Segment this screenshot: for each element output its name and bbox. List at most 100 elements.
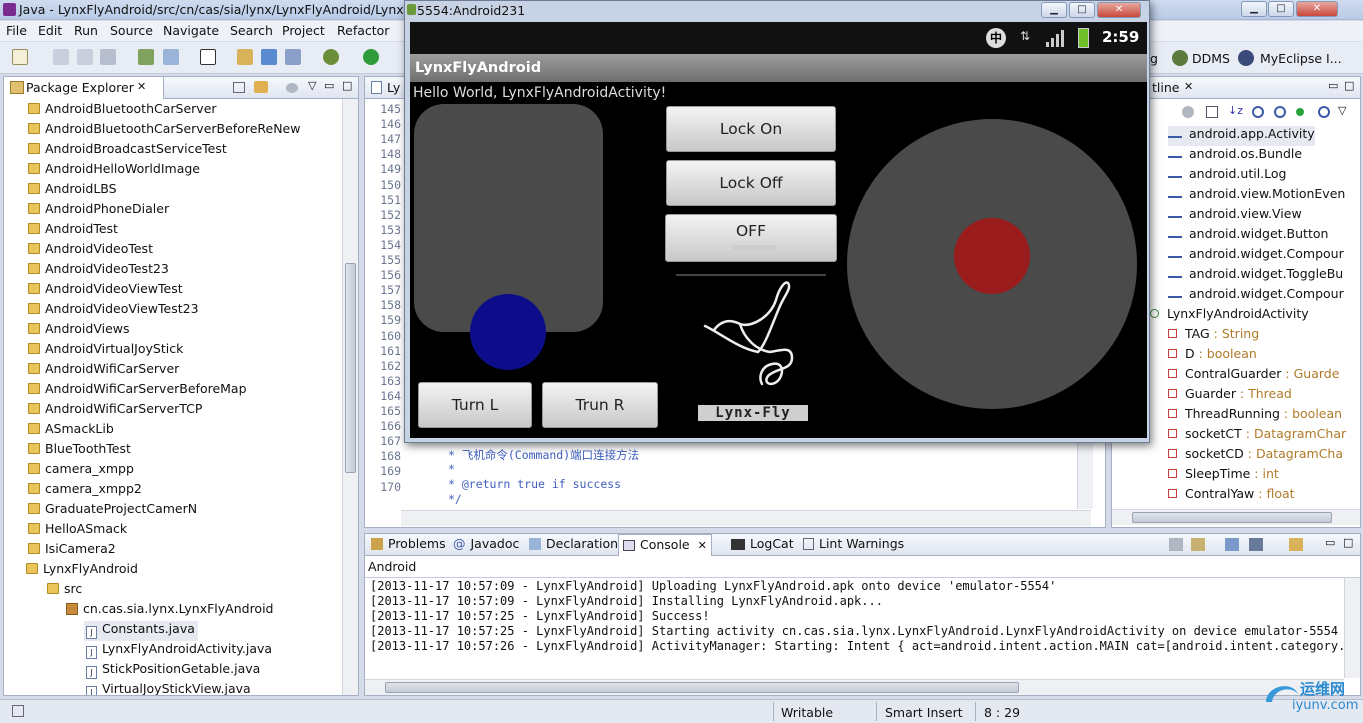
myeclipse-icon[interactable] [1238,50,1254,66]
minimize-view-icon[interactable]: ▭ [1328,79,1338,92]
open-type-icon[interactable] [285,49,301,65]
tree-item-project[interactable]: AndroidVirtualJoyStick [28,341,183,361]
outline-item[interactable]: android.widget.Button [1168,226,1328,246]
menu-refactor[interactable]: Refactor [337,23,389,38]
outline-item[interactable]: socketCT : DatagramChar [1168,426,1346,446]
tree-item-project[interactable]: AndroidBluetoothCarServer [28,101,217,121]
editor-tab[interactable]: Ly [387,80,400,95]
collapse-all-icon[interactable] [233,82,245,93]
outline-item[interactable]: android.os.Bundle [1168,146,1302,166]
link-editor-icon[interactable] [254,81,268,93]
lock-on-button[interactable]: Lock On [666,106,836,152]
hide-nonpublic-icon[interactable] [1296,108,1304,116]
outline-item[interactable]: SleepTime : int [1168,466,1279,486]
debug-icon[interactable] [323,49,339,65]
console-vertical-scrollbar[interactable] [1344,578,1360,678]
tree-item-project[interactable]: AndroidWifiCarServerTCP [28,401,202,421]
tree-item-project[interactable]: AndroidPhoneDialer [28,201,169,221]
tree-item-project[interactable]: AndroidWifiCarServer [28,361,179,381]
emulator-minimize-button[interactable]: ▁ [1041,2,1067,18]
outline-item[interactable]: D : boolean [1168,346,1257,366]
checkbox-icon[interactable] [200,49,216,65]
tree-item-project[interactable]: AndroidVideoTest [28,241,153,261]
focus-icon[interactable] [1182,106,1194,118]
outline-item[interactable]: ContralYaw : float [1168,486,1295,506]
tree-item-project[interactable]: BlueToothTest [28,441,131,461]
save-all-icon[interactable] [77,49,93,65]
tree-item-project[interactable]: AndroidLBS [28,181,117,201]
tree-item-package[interactable]: cn.cas.sia.lynx.LynxFlyAndroid [66,601,274,621]
outline-item[interactable]: TAG : String [1168,326,1259,346]
fast-view-icon[interactable] [12,705,24,717]
tree-item-project[interactable]: AndroidViews [28,321,130,341]
outline-item[interactable]: socketCD : DatagramCha [1168,446,1343,466]
scrollbar-thumb[interactable] [1132,512,1332,523]
pin-console-icon[interactable] [1225,538,1239,551]
maximize-view-icon[interactable]: □ [1343,536,1353,549]
console-horizontal-scrollbar[interactable] [365,679,1344,695]
menu-search[interactable]: Search [230,23,273,38]
outline-item[interactable]: android.view.View [1168,206,1302,226]
ddms-icon[interactable] [1172,50,1188,66]
tree-item-project[interactable]: IsiCamera2 [28,541,116,561]
print-icon[interactable] [100,49,116,65]
close-tab-icon[interactable]: ✕ [698,539,707,552]
ddms-perspective-button[interactable]: DDMS [1192,51,1230,66]
tree-item-file[interactable]: J LynxFlyAndroidActivity.java [86,641,272,661]
console-toolbar-icon[interactable] [1169,538,1183,551]
outline-item[interactable]: android.app.Activity [1168,126,1315,146]
minimize-view-icon[interactable]: ▭ [1325,536,1335,549]
myeclipse-perspective-button[interactable]: MyEclipse I... [1260,51,1342,66]
scrollbar-thumb[interactable] [345,263,356,473]
left-joystick-knob[interactable] [470,294,546,370]
menu-edit[interactable]: Edit [38,23,62,38]
package-explorer-tab[interactable]: Package Explorer ✕ [4,77,164,99]
lock-off-button[interactable]: Lock Off [666,160,836,206]
tab-declaration[interactable]: Declaration [525,534,622,556]
tab-javadoc[interactable]: @ Javadoc [449,534,523,556]
outline-item[interactable]: android.util.Log [1168,166,1286,186]
menu-project[interactable]: Project [282,23,325,38]
outline-item[interactable]: android.widget.Compour [1168,246,1344,266]
menu-run[interactable]: Run [74,23,98,38]
tree-item-project[interactable]: AndroidTest [28,221,118,241]
menu-navigate[interactable]: Navigate [163,23,219,38]
tab-lint-warnings[interactable]: Lint Warnings [799,534,908,556]
maximize-view-icon[interactable]: □ [1344,79,1354,92]
outline-horizontal-scrollbar[interactable] [1112,509,1360,525]
close-button[interactable]: ✕ [1296,1,1338,17]
tree-item-src[interactable]: src [47,581,82,601]
emulator-maximize-button[interactable]: □ [1069,2,1095,18]
tree-item-file[interactable]: J VirtualJoyStickView.java [86,681,251,695]
tree-item-project[interactable]: AndroidBluetoothCarServerBeforeReNew [28,121,300,141]
deploy-icon[interactable] [138,49,154,65]
open-console-icon[interactable] [1289,538,1303,551]
tree-item-project[interactable]: AndroidVideoViewTest23 [28,301,199,321]
dropdown-icon[interactable]: ▽ [308,79,316,92]
save-icon[interactable] [53,49,69,65]
right-joystick-knob[interactable] [954,218,1030,294]
tree-item-project[interactable]: camera_xmpp [28,461,134,481]
turn-left-button[interactable]: Turn L [418,382,532,428]
outline-item[interactable]: LynxFlyAndroidActivity [1150,306,1309,326]
tree-item-project[interactable]: AndroidHelloWorldImage [28,161,200,181]
editor-horizontal-scrollbar[interactable] [401,510,1091,526]
sort-icon[interactable]: ↓z [1228,104,1243,117]
clear-console-icon[interactable] [1191,538,1205,551]
menu-source[interactable]: Source [110,23,153,38]
emulator-window[interactable]: 5554:Android231 ▁ □ ✕ 中 ⇅ 2:59 LynxFlyAn… [404,0,1150,443]
tree-item-file[interactable]: J Constants.java [84,621,198,641]
new-java-project-icon[interactable] [237,49,253,65]
tab-logcat[interactable]: LogCat [727,534,798,556]
tree-item-project[interactable]: GraduateProjectCamerN [28,501,197,521]
outline-item[interactable]: ThreadRunning : boolean [1168,406,1342,426]
tree-item-project[interactable]: AndroidVideoTest23 [28,261,169,281]
android-screen[interactable]: 中 ⇅ 2:59 LynxFlyAndroid Hello World, Lyn… [410,22,1147,438]
tree-item-project[interactable]: AndroidWifiCarServerBeforeMap [28,381,247,401]
server-icon[interactable] [163,49,179,65]
maximize-button[interactable]: □ [1268,1,1294,17]
tree-item-project[interactable]: HelloASmack [28,521,127,541]
new-class-icon[interactable] [261,49,277,65]
outline-item[interactable]: Guarder : Thread [1168,386,1292,406]
tree-item-file[interactable]: J StickPositionGetable.java [86,661,260,681]
